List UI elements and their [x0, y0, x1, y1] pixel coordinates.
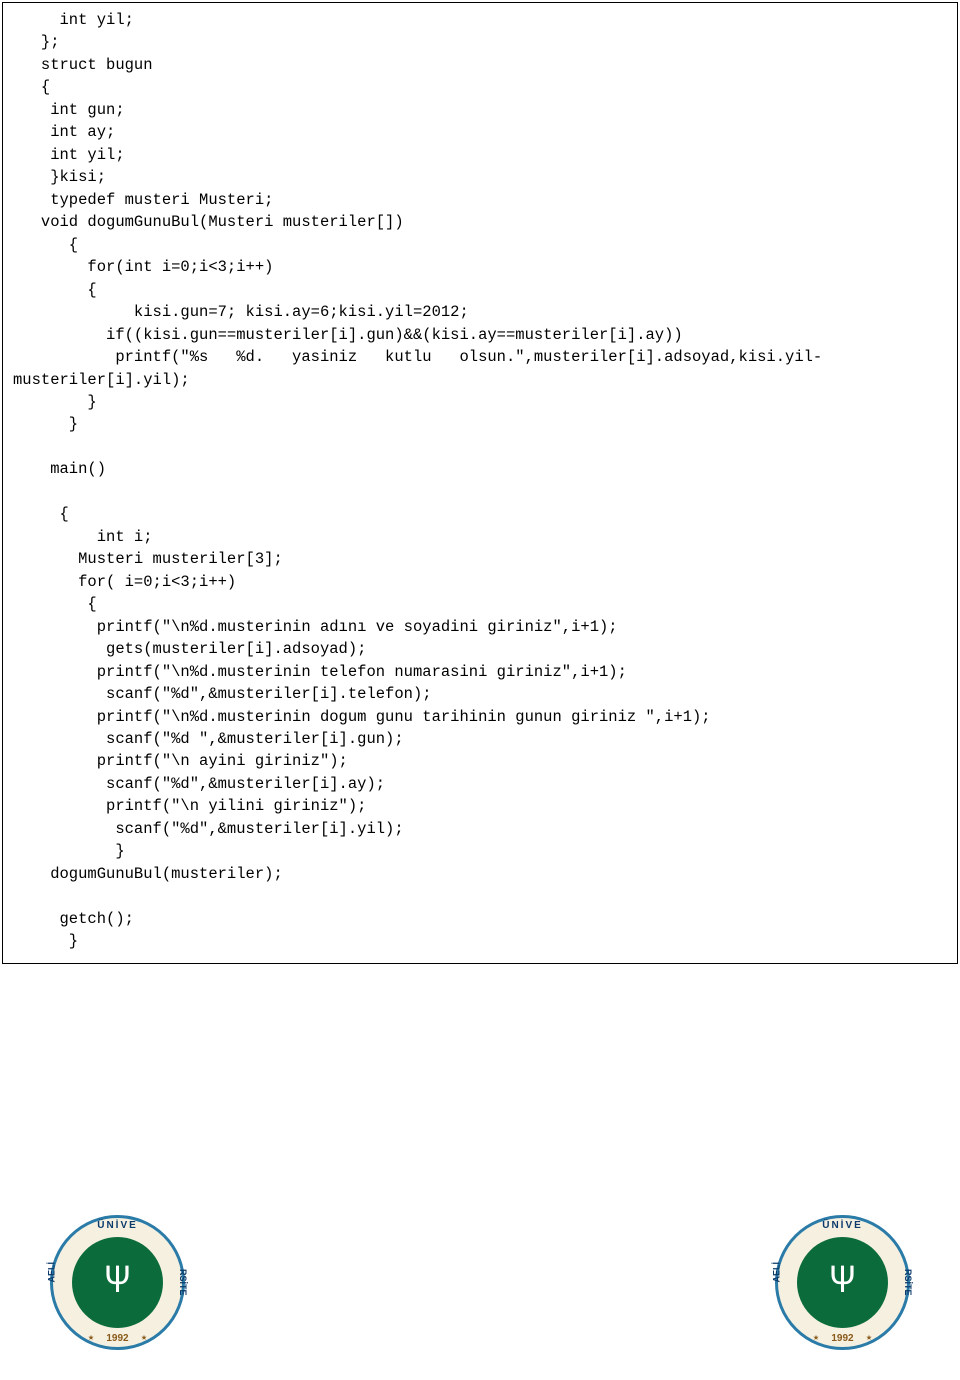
- code-line: }kisi;: [13, 168, 106, 186]
- code-line: {: [13, 78, 50, 96]
- seal-text-left: AELİ: [770, 1262, 783, 1283]
- code-line: int gun;: [13, 101, 125, 119]
- trident-icon: Ψ: [105, 1263, 129, 1303]
- seal-inner: Ψ: [72, 1237, 163, 1328]
- code-line: dogumGunuBul(musteriler);: [13, 865, 283, 883]
- seal-text-top: ÜNİVE: [775, 1219, 910, 1234]
- code-block: int yil; }; struct bugun { int gun; int …: [2, 2, 958, 964]
- code-line: scanf("%d",&musteriler[i].ay);: [13, 775, 385, 793]
- code-line: printf("\n%d.musterinin adını ve soyadin…: [13, 618, 618, 636]
- code-line: scanf("%d ",&musteriler[i].gun);: [13, 730, 404, 748]
- code-line: scanf("%d",&musteriler[i].telefon);: [13, 685, 432, 703]
- code-line: {: [13, 595, 97, 613]
- code-line: typedef musteri Musteri;: [13, 191, 273, 209]
- code-line: int yil;: [13, 11, 134, 29]
- star-icon: ★: [866, 1332, 872, 1347]
- code-line: printf("\n ayini giriniz");: [13, 752, 348, 770]
- seal-text-right: RSİTE: [901, 1269, 914, 1296]
- code-line: printf("\n%d.musterinin telefon numarasi…: [13, 663, 627, 681]
- code-line: {: [13, 505, 69, 523]
- code-line: for( i=0;i<3;i++): [13, 573, 236, 591]
- seal-text-top: ÜNİVE: [50, 1219, 185, 1234]
- seal-year: 1992: [50, 1332, 185, 1347]
- code-line: }: [13, 415, 78, 433]
- seal-inner: Ψ: [797, 1237, 888, 1328]
- code-line: }: [13, 842, 125, 860]
- code-line: getch();: [13, 910, 134, 928]
- code-line: }: [13, 393, 97, 411]
- code-line: int yil;: [13, 146, 125, 164]
- seal-text-right: RSİTE: [176, 1269, 189, 1296]
- code-line: printf("%s %d. yasiniz kutlu olsun.",mus…: [13, 348, 822, 366]
- code-line: struct bugun: [13, 56, 153, 74]
- seal-year: 1992: [775, 1332, 910, 1347]
- code-line: main(): [13, 460, 106, 478]
- seal-icon: ÜNİVE AELİ RSİTE Ψ ★ 1992 ★: [775, 1215, 910, 1350]
- code-line: kisi.gun=7; kisi.ay=6;kisi.yil=2012;: [13, 303, 469, 321]
- code-line: gets(musteriler[i].adsoyad);: [13, 640, 366, 658]
- document-page: int yil; }; struct bugun { int gun; int …: [0, 0, 960, 1380]
- code-line: if((kisi.gun==musteriler[i].gun)&&(kisi.…: [13, 326, 683, 344]
- code-line: void dogumGunuBul(Musteri musteriler[]): [13, 213, 404, 231]
- code-line: for(int i=0;i<3;i++): [13, 258, 273, 276]
- code-line: scanf("%d",&musteriler[i].yil);: [13, 820, 404, 838]
- code-line: musteriler[i].yil);: [13, 371, 190, 389]
- code-line: };: [13, 33, 60, 51]
- code-line: Musteri musteriler[3];: [13, 550, 283, 568]
- code-line: {: [13, 281, 97, 299]
- star-icon: ★: [141, 1332, 147, 1347]
- trident-icon: Ψ: [830, 1263, 854, 1303]
- code-line: printf("\n%d.musterinin dogum gunu tarih…: [13, 708, 711, 726]
- university-logo-left: ÜNİVE AELİ RSİTE Ψ ★ 1992 ★: [50, 1215, 185, 1350]
- code-line: }: [13, 932, 78, 950]
- seal-icon: ÜNİVE AELİ RSİTE Ψ ★ 1992 ★: [50, 1215, 185, 1350]
- seal-text-left: AELİ: [45, 1262, 58, 1283]
- code-line: {: [13, 236, 78, 254]
- code-line: int i;: [13, 528, 153, 546]
- code-line: printf("\n yilini giriniz");: [13, 797, 366, 815]
- university-logo-right: ÜNİVE AELİ RSİTE Ψ ★ 1992 ★: [775, 1215, 910, 1350]
- code-line: int ay;: [13, 123, 115, 141]
